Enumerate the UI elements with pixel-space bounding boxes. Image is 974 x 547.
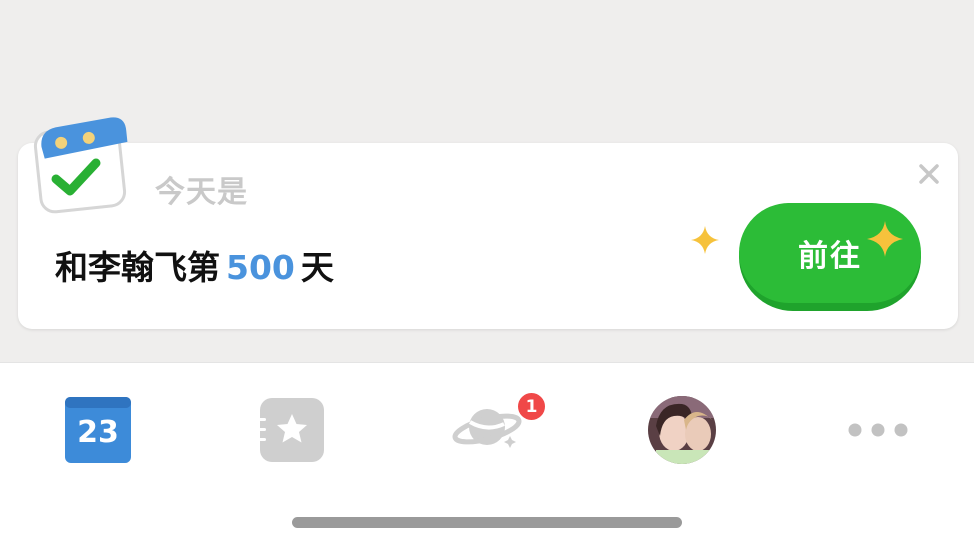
tab-discover[interactable] — [452, 402, 522, 470]
avatar — [648, 396, 716, 464]
more-icon — [848, 423, 908, 437]
anniversary-prefix: 和李翰飞第 — [55, 248, 220, 287]
tab-more[interactable] — [845, 415, 911, 445]
sparkle-icon — [691, 226, 719, 254]
tab-favorites[interactable] — [258, 396, 326, 464]
favorites-star-icon — [258, 398, 324, 462]
planet-icon — [452, 409, 522, 448]
close-icon — [919, 164, 939, 184]
anniversary-text: 和李翰飞第 500 天 — [55, 241, 334, 289]
tab-calendar[interactable]: 23 — [64, 396, 132, 464]
tab-profile-avatar[interactable] — [648, 396, 716, 464]
notification-badge: 1 — [516, 391, 547, 422]
home-indicator[interactable] — [292, 517, 682, 528]
sparkle-icon — [867, 221, 903, 257]
anniversary-suffix: 天 — [300, 248, 334, 287]
today-label: 今天是 — [155, 175, 248, 210]
go-button-label: 前往 — [798, 239, 862, 274]
anniversary-day-count: 500 — [226, 248, 295, 287]
calendar-check-icon — [33, 117, 128, 214]
calendar-day-number: 23 — [77, 415, 119, 450]
close-button[interactable] — [915, 160, 943, 188]
